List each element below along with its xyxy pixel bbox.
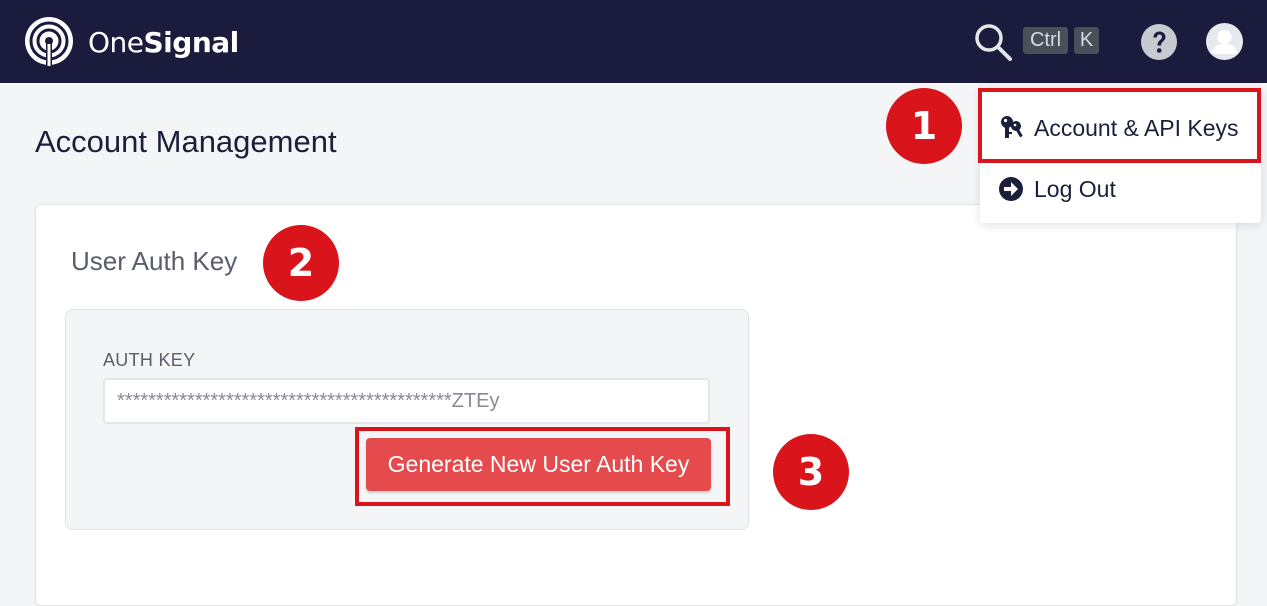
user-avatar-icon[interactable] — [1206, 23, 1243, 60]
top-navigation-bar: OneSignal Ctrl K — [0, 0, 1267, 83]
generate-auth-key-button[interactable]: Generate New User Auth Key — [366, 438, 711, 491]
shortcut-key-k: K — [1074, 27, 1099, 54]
menu-item-log-out[interactable]: Log Out — [980, 163, 1261, 223]
step-marker-1: 1 — [886, 88, 962, 164]
brand-part-one: One — [88, 26, 144, 59]
logout-icon — [999, 177, 1023, 201]
auth-key-field[interactable] — [103, 378, 710, 424]
brand-name[interactable]: OneSignal — [88, 26, 239, 59]
brand-part-two: Signal — [143, 26, 240, 59]
key-icon — [1001, 116, 1023, 138]
search-icon[interactable] — [973, 22, 1013, 62]
shortcut-key-ctrl: Ctrl — [1023, 27, 1068, 54]
menu-item-account-api-keys[interactable]: Account & API Keys — [980, 88, 1261, 148]
page-title: Account Management — [35, 124, 337, 159]
menu-item-label: Log Out — [1034, 176, 1116, 202]
menu-item-label: Account & API Keys — [1034, 115, 1239, 141]
onesignal-logo-icon[interactable] — [22, 16, 76, 66]
step-marker-2: 2 — [263, 225, 339, 301]
help-icon[interactable] — [1141, 24, 1177, 60]
step-marker-3: 3 — [773, 434, 849, 510]
auth-key-label: AUTH KEY — [103, 350, 196, 370]
user-dropdown-menu: Account & API Keys Log Out — [980, 88, 1261, 223]
section-title: User Auth Key — [71, 246, 238, 276]
